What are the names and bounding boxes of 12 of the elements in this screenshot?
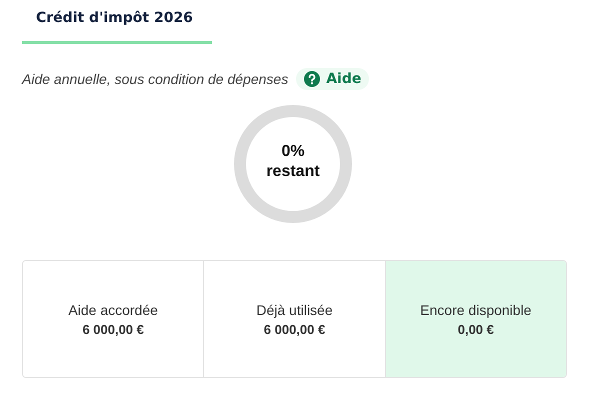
question-icon [304,71,320,87]
card-label: Aide accordée [68,302,158,318]
tab[interactable]: Crédit d'impôt 2026 [22,6,212,44]
percentage: 0% [281,142,305,162]
card-label: Déjà utilisée [256,302,333,318]
card-amount: 6 000,00 € [264,322,326,336]
gauge-caption: restant [266,162,320,182]
description: Aide annuelle, sous condition de dépenses [22,71,288,87]
help-button[interactable]: Aide [296,68,370,90]
card-amount: 0,00 € [458,322,494,336]
card-label: Encore disponible [420,302,532,318]
card-amount: 6 000,00 € [82,322,144,336]
